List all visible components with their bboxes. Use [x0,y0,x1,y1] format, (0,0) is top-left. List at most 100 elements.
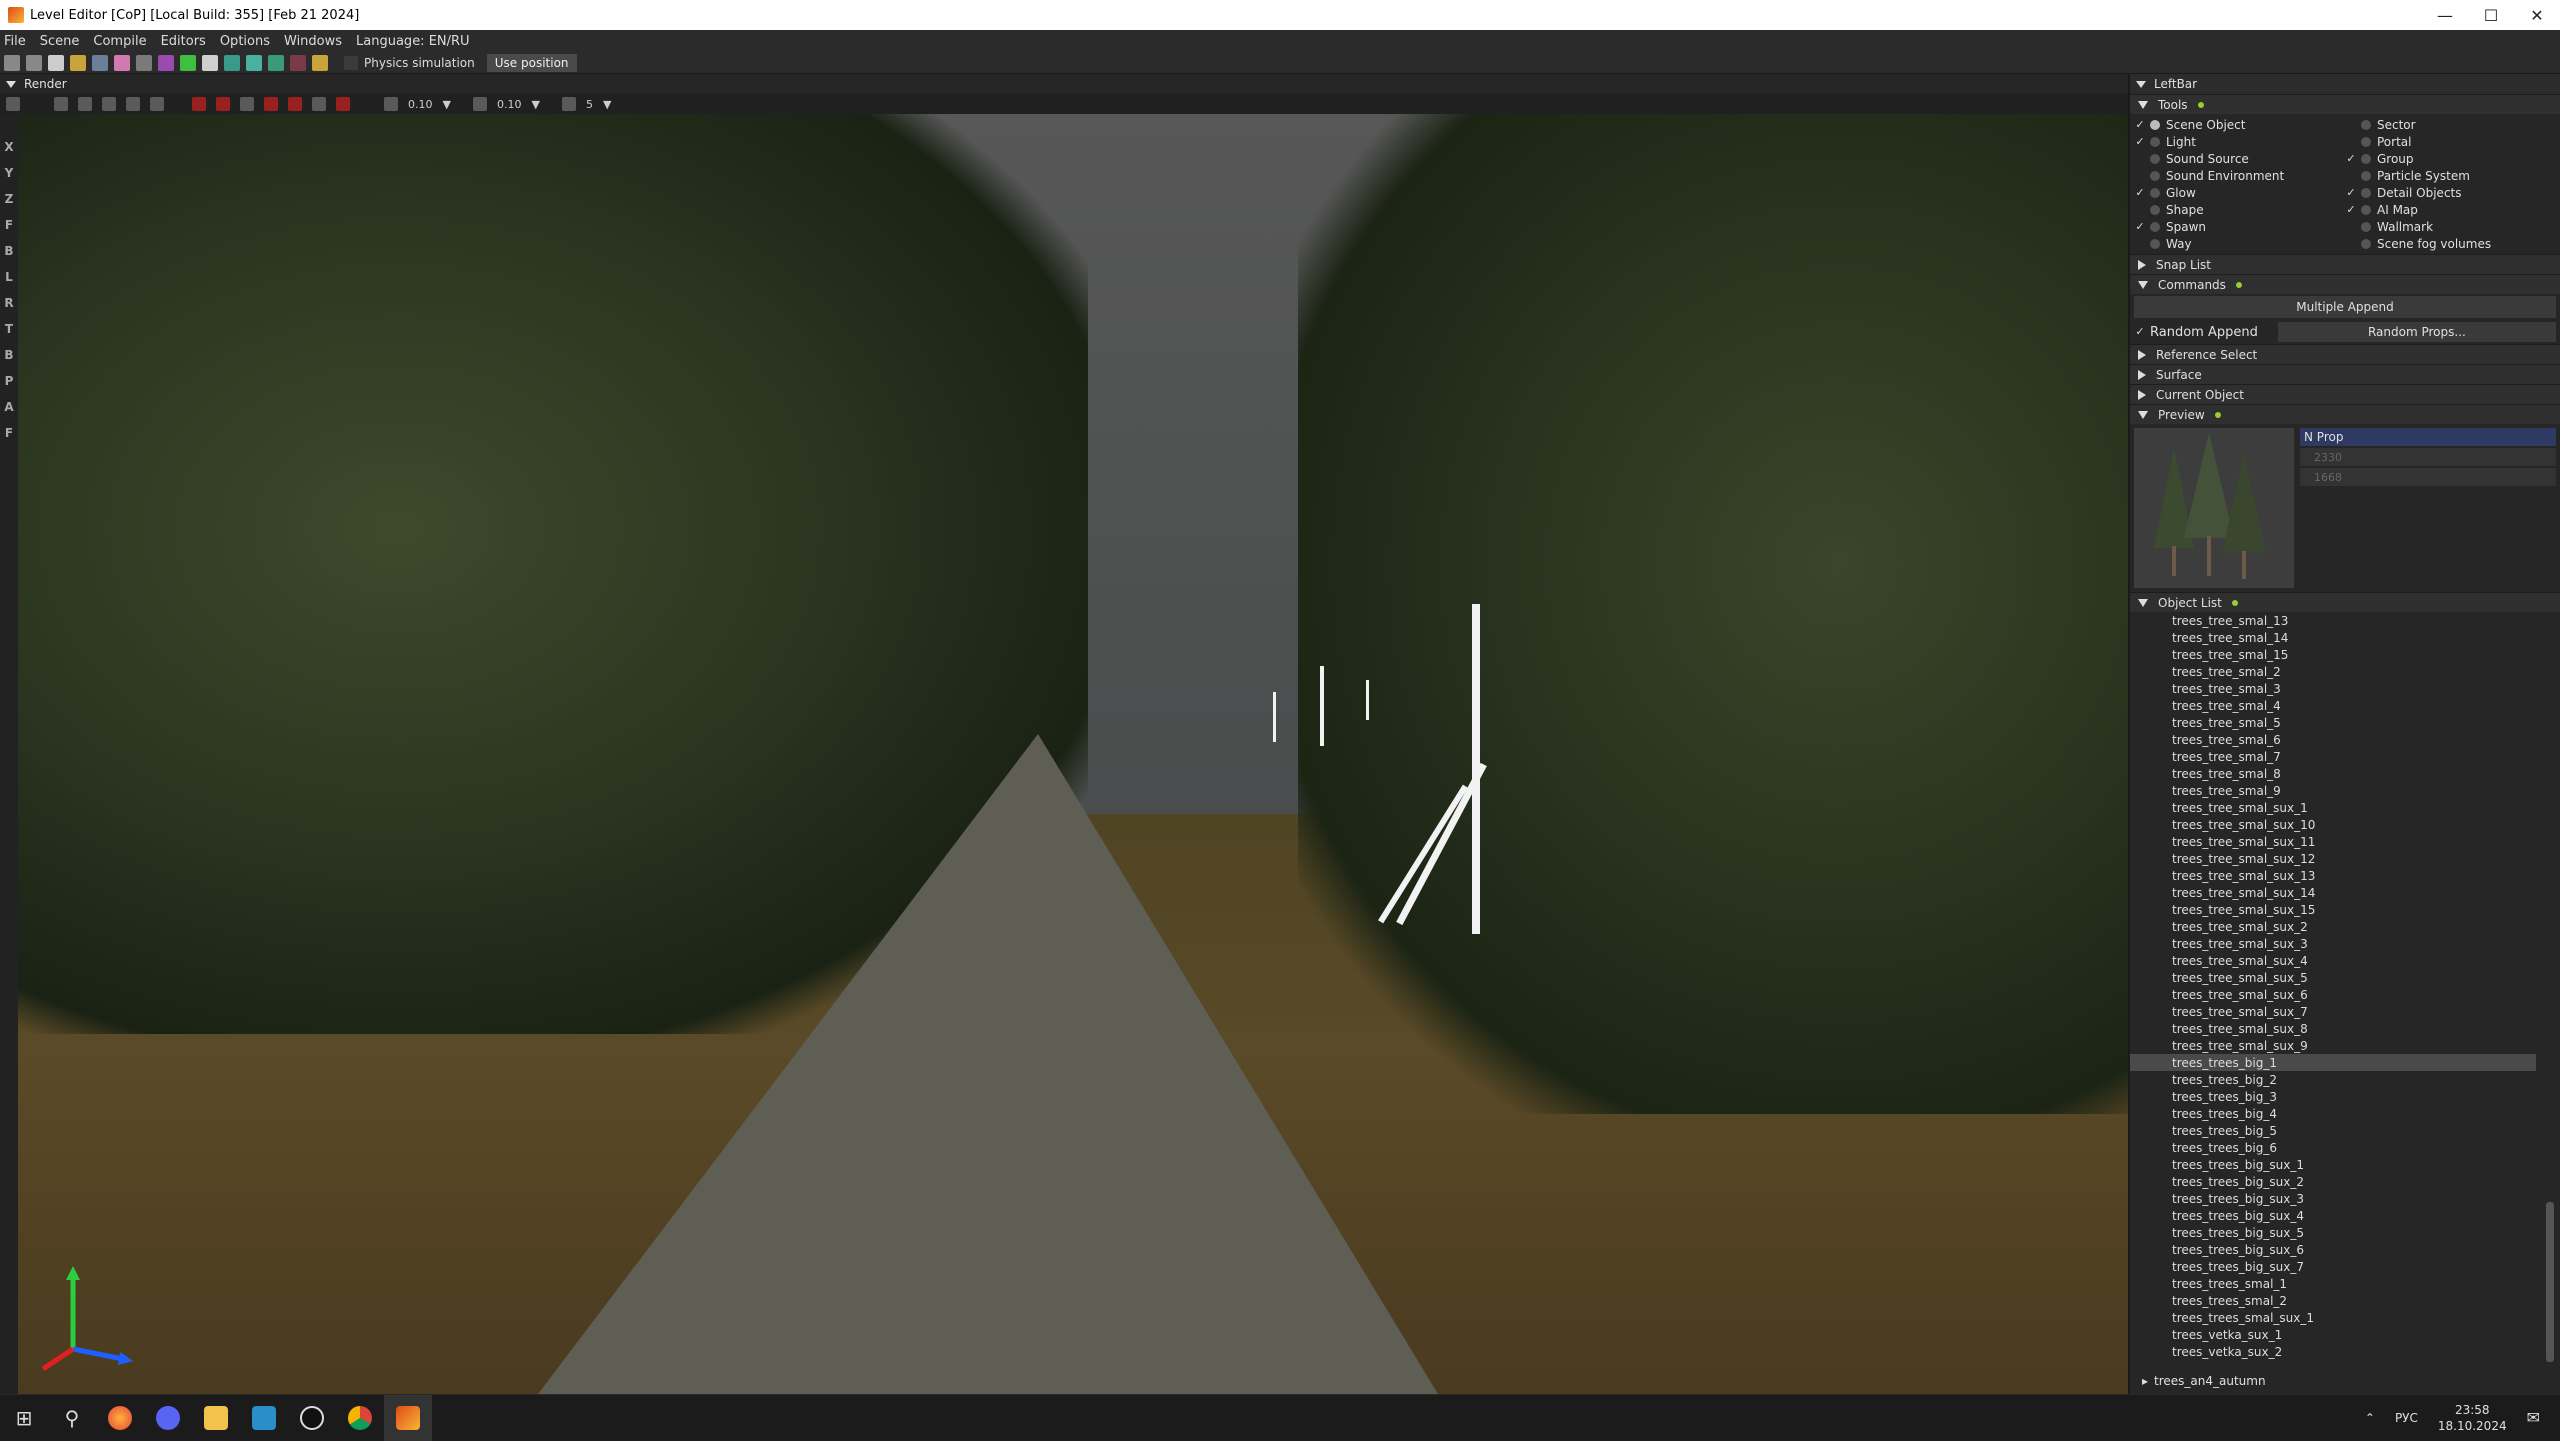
tool-ai-map[interactable]: ✓ AI Map [2345,201,2556,218]
object-list-item[interactable]: trees_tree_smal_sux_11 [2130,833,2560,850]
object-list-item[interactable]: trees_tree_smal_sux_12 [2130,850,2560,867]
object-list-item[interactable]: trees_tree_smal_13 [2130,612,2560,629]
tools-section[interactable]: Tools [2130,94,2560,114]
brain-icon[interactable] [114,54,130,71]
object-list-item[interactable]: trees_vetka_sux_1 [2130,1326,2560,1343]
multiple-append-button[interactable]: Multiple Append [2134,296,2556,318]
move-snap-value[interactable]: 0.10 [408,98,433,111]
menu-options[interactable]: Options [220,34,270,49]
radio-icon[interactable] [2150,170,2160,181]
random-props-button[interactable]: Random Props... [2277,322,2556,342]
radio-icon[interactable] [2150,136,2160,147]
view-bottom-button[interactable]: B [4,348,13,362]
check-icon[interactable]: ✓ [2345,203,2357,216]
object-list-item[interactable]: trees_trees_big_2 [2130,1071,2560,1088]
check-icon[interactable] [2345,136,2357,148]
collapse-icon[interactable] [6,80,16,88]
preview-prop-name[interactable]: N Prop [2300,428,2556,446]
object-list-item[interactable]: trees_trees_smal_1 [2130,1275,2560,1292]
scale-snap-icon[interactable] [472,97,487,111]
radio-icon[interactable] [2150,238,2160,249]
minimize-button[interactable]: — [2422,0,2468,30]
object-list-item[interactable]: trees_tree_smal_6 [2130,731,2560,748]
radio-icon[interactable] [2150,204,2160,215]
current-object-section[interactable]: Current Object [2130,384,2560,404]
angle-snap-dropdown-icon[interactable]: ▼ [603,98,611,111]
radio-icon[interactable] [2361,136,2371,147]
object-list-item[interactable]: trees_tree_smal_sux_3 [2130,935,2560,952]
object-list-item[interactable]: trees_tree_smal_sux_13 [2130,867,2560,884]
object-list-item[interactable]: trees_tree_smal_7 [2130,748,2560,765]
object-list-item[interactable]: trees_tree_smal_sux_9 [2130,1037,2560,1054]
tool-spawn[interactable]: ✓ Spawn [2134,218,2345,235]
preview-section[interactable]: Preview [2130,404,2560,424]
object-list-item[interactable]: trees_trees_big_sux_4 [2130,1207,2560,1224]
object-list-item[interactable]: trees_tree_smal_sux_6 [2130,986,2560,1003]
check-icon[interactable] [2345,119,2357,131]
tool-glow[interactable]: ✓ Glow [2134,184,2345,201]
object-list-item[interactable]: trees_trees_smal_2 [2130,1292,2560,1309]
taskbar-discord[interactable] [144,1395,192,1441]
object-list-item[interactable]: trees_tree_smal_sux_15 [2130,901,2560,918]
new-file-icon[interactable] [48,54,64,71]
compile-icon[interactable] [158,54,174,71]
taskbar-obs[interactable] [288,1395,336,1441]
object-list[interactable]: trees_tree_smal_13 trees_tree_smal_14tree… [2130,612,2560,1372]
tool-particle-system[interactable]: Particle System [2345,167,2556,184]
record-icon[interactable] [290,54,306,71]
save-icon[interactable] [92,54,108,71]
object-list-item[interactable]: trees_tree_smal_sux_1 [2130,799,2560,816]
chevron-up-icon[interactable]: ⌃ [2365,1411,2375,1425]
object-list-item[interactable]: trees_tree_smal_sux_10 [2130,816,2560,833]
radio-icon[interactable] [2150,119,2160,130]
move-snap-dropdown-icon[interactable]: ▼ [443,98,451,111]
random-append-checkbox[interactable]: ✓ [2134,326,2146,338]
rotate-icon[interactable] [150,97,164,111]
check-icon[interactable]: ✓ [2134,135,2146,148]
axis-x-button[interactable]: X [4,140,13,154]
scale-icon[interactable] [126,97,140,111]
magnet-icon[interactable] [312,97,326,111]
radio-icon[interactable] [2361,170,2371,181]
object-list-item[interactable]: trees_trees_big_3 [2130,1088,2560,1105]
view-left-button[interactable]: L [5,270,13,284]
surface-section[interactable]: Surface [2130,364,2560,384]
object-list-item[interactable]: trees_tree_smal_14 [2130,629,2560,646]
tool-light[interactable]: ✓ Light [2134,133,2345,150]
snap-red-icon[interactable] [192,97,206,111]
taskbar-app[interactable] [240,1395,288,1441]
snap-object-icon[interactable] [240,97,254,111]
object-list-item[interactable]: trees_tree_smal_4 [2130,697,2560,714]
scale-snap-dropdown-icon[interactable]: ▼ [531,98,539,111]
object-list-item[interactable]: trees_trees_big_sux_3 [2130,1190,2560,1207]
box-icon[interactable] [336,97,350,111]
start-button[interactable]: ⊞ [0,1395,48,1441]
reference-select-section[interactable]: Reference Select [2130,344,2560,364]
build-icon[interactable] [136,54,152,71]
taskbar-level-editor[interactable] [384,1394,432,1441]
check-icon[interactable] [2345,170,2357,182]
radio-icon[interactable] [2150,153,2160,164]
check-icon[interactable]: ✓ [2134,220,2146,233]
object-list-item[interactable]: trees_tree_smal_sux_14 [2130,884,2560,901]
angle-snap-value[interactable]: 5 [586,98,593,111]
object-list-item[interactable]: trees_tree_smal_3 [2130,680,2560,697]
view-top-button[interactable]: T [5,322,13,336]
object-list-item[interactable]: trees_trees_big_4 [2130,1105,2560,1122]
undo-icon[interactable] [4,54,20,71]
grid-icon[interactable] [246,54,262,71]
object-list-item[interactable]: trees_tree_smal_sux_8 [2130,1020,2560,1037]
radio-icon[interactable] [2361,204,2371,215]
search-button[interactable]: ⚲ [48,1395,96,1441]
object-list-item[interactable]: trees_tree_smal_sux_7 [2130,1003,2560,1020]
play-dropdown-icon[interactable] [202,54,218,71]
tool-portal[interactable]: Portal [2345,133,2556,150]
taskbar-explorer[interactable] [192,1395,240,1441]
radio-icon[interactable] [2361,187,2371,198]
grid-snap-icon[interactable] [384,97,398,111]
tool-sound-source[interactable]: Sound Source [2134,150,2345,167]
check-icon[interactable]: ✓ [2134,118,2146,131]
physics-checkbox[interactable] [344,55,358,70]
object-list-item[interactable]: trees_tree_smal_2 [2130,663,2560,680]
refresh-icon[interactable] [224,54,240,71]
